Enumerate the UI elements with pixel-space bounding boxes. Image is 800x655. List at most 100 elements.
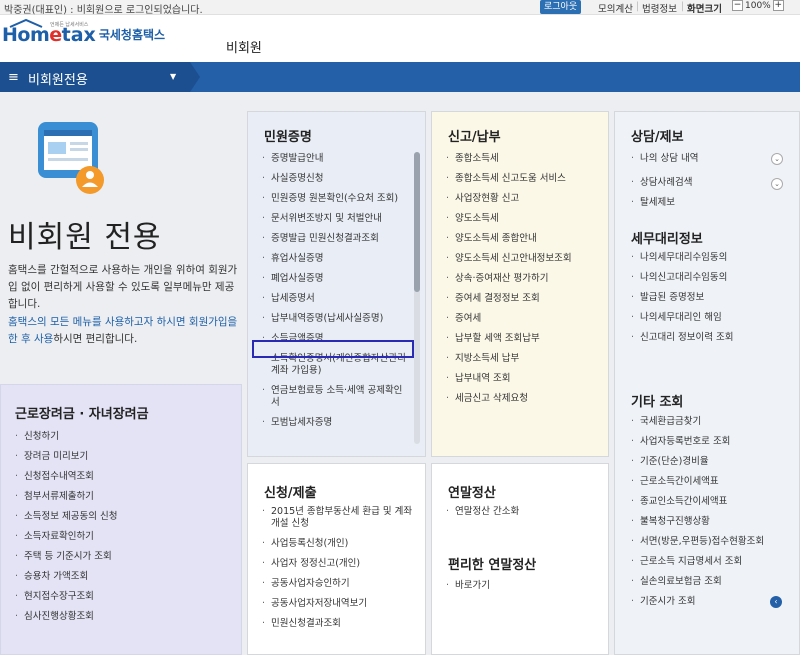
list-item[interactable]: 현지접수장구조회 bbox=[13, 591, 233, 603]
scrollbar-thumb[interactable] bbox=[414, 152, 420, 292]
list-item[interactable]: 지방소득세 납부 bbox=[444, 353, 604, 365]
application-panel: 신청/제출 2015년 종합부동산세 환급 및 계좌개설 신청 사업등록신청(개… bbox=[247, 463, 426, 655]
list-item[interactable]: 증여세 bbox=[444, 313, 604, 325]
application-title: 신청/제출 bbox=[264, 486, 317, 501]
list-item[interactable]: 사업장현황 신고 bbox=[444, 193, 604, 205]
law-info-link[interactable]: 법령정보 bbox=[642, 1, 677, 15]
zoom-in-button[interactable]: + bbox=[772, 0, 784, 11]
list-item[interactable]: 문서위변조방지 및 처벌안내 bbox=[260, 213, 410, 225]
work-incentive-title: 근로장려금 · 자녀장려금 bbox=[15, 407, 149, 422]
report-payment-list: 종합소득세 종합소득세 신고도움 서비스 사업장현황 신고 양도소득세 양도소득… bbox=[444, 153, 604, 413]
list-item[interactable]: 소득정보 제공동의 신청 bbox=[13, 511, 233, 523]
list-item[interactable]: 승용차 가액조회 bbox=[13, 571, 233, 583]
list-item[interactable]: 증명발급안내 bbox=[260, 153, 410, 165]
logo-tagline: 언제든 납세서비스 bbox=[50, 22, 89, 28]
list-item[interactable]: 주택 등 기준시가 조회 bbox=[13, 551, 233, 563]
list-item[interactable]: 상담사례검색 bbox=[629, 177, 779, 189]
tax-agent-title: 세무대리정보 bbox=[631, 232, 703, 247]
list-item[interactable]: 첨부서류제출하기 bbox=[13, 491, 233, 503]
list-item[interactable]: 기준(단순)경비율 bbox=[629, 456, 799, 468]
zoom-value: 100% bbox=[745, 0, 771, 11]
list-item[interactable]: 증명발급 민원신청결과조회 bbox=[260, 233, 410, 245]
util-separator: | bbox=[636, 1, 640, 12]
list-item[interactable]: 공동사업자승인하기 bbox=[260, 578, 420, 590]
list-item[interactable]: 상속·증여재산 평가하기 bbox=[444, 273, 604, 285]
list-item[interactable]: 심사진행상황조회 bbox=[13, 611, 233, 623]
zoom-out-button[interactable]: − bbox=[732, 0, 743, 11]
list-item[interactable]: 발급된 증명정보 bbox=[629, 292, 794, 304]
list-item[interactable]: 실손의료보험금 조회 bbox=[629, 576, 799, 588]
list-item[interactable]: 납부내역 조회 bbox=[444, 373, 604, 385]
list-item[interactable]: 양도소득세 bbox=[444, 213, 604, 225]
consult-list: 나의 상담 내역 상담사례검색 탈세제보 bbox=[629, 153, 779, 209]
list-item[interactable]: 납부할 세액 조회납부 bbox=[444, 333, 604, 345]
chevron-left-icon[interactable]: ‹ bbox=[770, 596, 782, 608]
list-item[interactable]: 종교인소득간이세액표 bbox=[629, 496, 799, 508]
list-item[interactable]: 사업등록신청(개인) bbox=[260, 538, 420, 550]
civil-certificate-list: 증명발급안내 사실증명신청 민원증명 원본확인(수요처 조회) 문서위변조방지 … bbox=[260, 153, 410, 437]
civil-list-scrollbar[interactable] bbox=[414, 152, 420, 444]
list-item[interactable]: 세금신고 삭제요청 bbox=[444, 393, 604, 405]
list-item[interactable]: 신고대리 정보이력 조회 bbox=[629, 332, 794, 344]
etc-inquiry-title: 기타 조회 bbox=[631, 395, 684, 410]
list-item[interactable]: 종합소득세 신고도움 서비스 bbox=[444, 173, 604, 185]
list-item[interactable]: 양도소득세 신고안내정보조회 bbox=[444, 253, 604, 265]
list-item[interactable]: 근로소득간이세액표 bbox=[629, 476, 799, 488]
list-item[interactable]: 소득자료확인하기 bbox=[13, 531, 233, 543]
zoom-control: − 100% + bbox=[732, 0, 784, 11]
logout-button[interactable]: 로그아웃 bbox=[540, 0, 582, 14]
expand-icon[interactable]: ⌄ bbox=[771, 178, 783, 190]
consult-title: 상담/제보 bbox=[631, 130, 684, 145]
list-item[interactable]: 연말정산 간소화 bbox=[444, 506, 594, 518]
list-item[interactable]: 나의세무대리수임동의 bbox=[629, 252, 794, 264]
list-item[interactable]: 휴업사실증명 bbox=[260, 253, 410, 265]
list-item[interactable]: 민원신청결과조회 bbox=[260, 618, 420, 630]
list-item[interactable]: 바로가기 bbox=[444, 580, 594, 592]
list-item[interactable]: 양도소득세 종합안내 bbox=[444, 233, 604, 245]
consult-panel: 상담/제보 나의 상담 내역 상담사례검색 탈세제보 ⌄ ⌄ 세무대리정보 나의… bbox=[614, 111, 800, 655]
list-item[interactable]: 불복청구진행상황 bbox=[629, 516, 799, 528]
signup-hint-rest: 하시면 편리합니다. bbox=[53, 333, 138, 345]
list-item[interactable]: 사업자등록번호로 조회 bbox=[629, 436, 799, 448]
civil-certificate-panel: 민원증명 증명발급안내 사실증명신청 민원증명 원본확인(수요처 조회) 문서위… bbox=[247, 111, 426, 457]
logo-subtitle: 국세청홈택스 bbox=[98, 28, 166, 42]
list-item[interactable]: 신청하기 bbox=[13, 431, 233, 443]
list-item[interactable]: 종합소득세 bbox=[444, 153, 604, 165]
simulation-link[interactable]: 모의계산 bbox=[598, 1, 633, 15]
list-item[interactable]: 납부내역증명(납세사실증명) bbox=[260, 313, 410, 325]
year-end-list: 연말정산 간소화 bbox=[444, 506, 594, 518]
list-item[interactable]: 서면(방문,우편등)접수현황조회 bbox=[629, 536, 799, 548]
list-item[interactable]: 나의신고대리수임동의 bbox=[629, 272, 794, 284]
list-item[interactable]: 나의 상담 내역 bbox=[629, 153, 779, 165]
list-item[interactable]: 연금보험료등 소득·세액 공제확인서 bbox=[260, 385, 410, 409]
civil-certificate-title: 민원증명 bbox=[264, 130, 312, 145]
list-item[interactable]: 증여세 결정정보 조회 bbox=[444, 293, 604, 305]
document-user-icon bbox=[38, 122, 104, 194]
hamburger-icon: ≡ bbox=[8, 70, 19, 85]
list-item[interactable]: 장려금 미리보기 bbox=[13, 451, 233, 463]
easy-year-end-list: 바로가기 bbox=[444, 580, 594, 592]
list-item[interactable]: 2015년 종합부동산세 환급 및 계좌개설 신청 bbox=[260, 506, 420, 530]
list-item[interactable]: 사실증명신청 bbox=[260, 173, 410, 185]
list-item[interactable]: 나의세무대리인 해임 bbox=[629, 312, 794, 324]
selection-highlight bbox=[252, 340, 414, 358]
application-list: 2015년 종합부동산세 환급 및 계좌개설 신청 사업등록신청(개인) 사업자… bbox=[260, 506, 420, 630]
list-item[interactable]: 모범납세자증명 bbox=[260, 417, 410, 429]
list-item[interactable]: 공동사업자저장내역보기 bbox=[260, 598, 420, 610]
member-type-label: 비회원 bbox=[226, 41, 262, 56]
menu-dropdown[interactable]: ≡ 비회원전용 ▼ bbox=[0, 62, 190, 92]
list-item[interactable]: 폐업사실증명 bbox=[260, 273, 410, 285]
nav-arrow-decoration bbox=[190, 62, 200, 92]
work-incentive-list: 신청하기 장려금 미리보기 신청접수내역조회 첨부서류제출하기 소득정보 제공동… bbox=[13, 431, 233, 631]
list-item[interactable]: 납세증명서 bbox=[260, 293, 410, 305]
list-item[interactable]: 민원증명 원본확인(수요처 조회) bbox=[260, 193, 410, 205]
list-item[interactable]: 국세환급금찾기 bbox=[629, 416, 799, 428]
expand-icon[interactable]: ⌄ bbox=[771, 153, 783, 165]
list-item[interactable]: 사업자 정정신고(개인) bbox=[260, 558, 420, 570]
hometax-logo[interactable]: 언제든 납세서비스 Hom e tax 국세청홈택스 bbox=[2, 18, 166, 46]
year-end-panel: 연말정산 연말정산 간소화 편리한 연말정산 바로가기 bbox=[431, 463, 609, 655]
list-item[interactable]: 신청접수내역조회 bbox=[13, 471, 233, 483]
report-payment-title: 신고/납부 bbox=[448, 130, 501, 145]
list-item[interactable]: 근로소득 지급명세서 조회 bbox=[629, 556, 799, 568]
list-item[interactable]: 탈세제보 bbox=[629, 197, 779, 209]
